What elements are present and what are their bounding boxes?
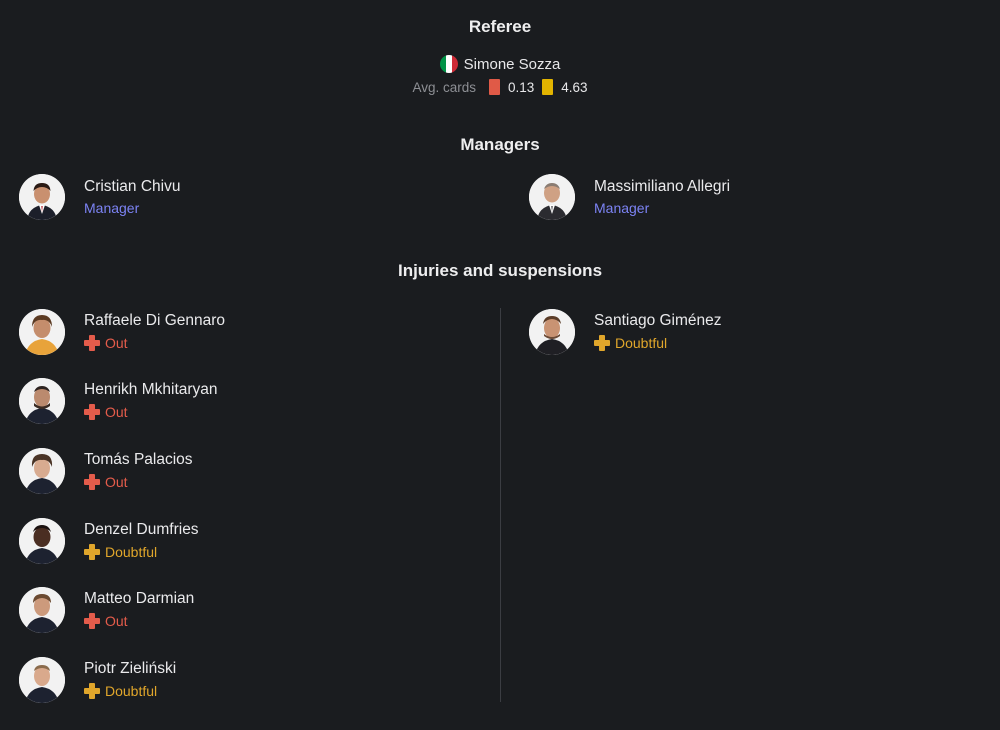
injury-item[interactable]: Raffaele Di Gennaro Out [19,309,225,355]
injury-cross-icon [84,613,100,629]
column-divider [500,308,501,702]
status-badge: Out [84,402,218,422]
status-badge: Out [84,611,194,631]
referee-avg-cards: Avg. cards 0.13 4.63 [0,79,1000,95]
manager-away[interactable]: Massimiliano Allegri Manager [529,174,730,220]
avatar [19,309,65,355]
injuries-heading: Injuries and suspensions [397,261,603,280]
avatar [529,174,575,220]
red-card-avg: 0.13 [507,79,535,95]
red-card-icon [488,79,500,95]
manager-name: Cristian Chivu [84,177,181,195]
injury-cross-icon [84,404,100,420]
injury-item[interactable]: Denzel Dumfries Doubtful [19,518,199,564]
avatar [529,309,575,355]
player-name: Piotr Zieliński [84,660,177,677]
avatar [19,174,65,220]
managers-heading: Managers [460,135,540,154]
injury-item[interactable]: Tomás Palacios Out [19,448,193,494]
player-name: Tomás Palacios [84,451,193,468]
status-badge: Doubtful [84,681,176,701]
status-badge: Out [84,472,193,492]
manager-role: Manager [594,199,650,216]
player-name: Henrikh Mkhitaryan [84,381,218,398]
player-name: Raffaele Di Gennaro [84,312,226,329]
avatar [19,518,65,564]
status-badge: Doubtful [84,542,199,562]
injury-cross-icon [84,474,100,490]
player-name: Denzel Dumfries [84,521,199,538]
italy-flag-icon [439,55,458,73]
referee-heading: Referee [468,17,532,36]
avatar [19,587,65,633]
avatar [19,378,65,424]
player-name: Santiago Giménez [594,312,722,329]
manager-home[interactable]: Cristian Chivu Manager [19,174,180,220]
avg-cards-label: Avg. cards [412,79,476,95]
manager-role: Manager [84,199,140,216]
manager-name: Massimiliano Allegri [594,177,731,195]
avatar [19,657,65,703]
yellow-card-avg: 4.63 [561,79,588,95]
injury-item[interactable]: Matteo Darmian Out [19,587,194,633]
match-info-panel: Referee Simone Sozza Avg. cards 0.13 4.6… [0,0,1000,730]
injury-item[interactable]: Santiago Giménez Doubtful [529,309,722,355]
yellow-card-icon [542,79,554,95]
injury-cross-icon [84,544,100,560]
injury-cross-icon [84,683,100,699]
avatar [19,448,65,494]
referee-name[interactable]: Simone Sozza [464,56,561,73]
status-badge: Out [84,333,225,353]
injury-item[interactable]: Henrikh Mkhitaryan Out [19,378,218,424]
referee-row: Simone Sozza [0,55,1000,73]
player-name: Matteo Darmian [84,590,195,607]
injury-cross-icon [84,335,100,351]
injury-cross-icon [594,335,610,351]
status-badge: Doubtful [594,333,722,353]
injury-item[interactable]: Piotr Zieliński Doubtful [19,657,176,703]
